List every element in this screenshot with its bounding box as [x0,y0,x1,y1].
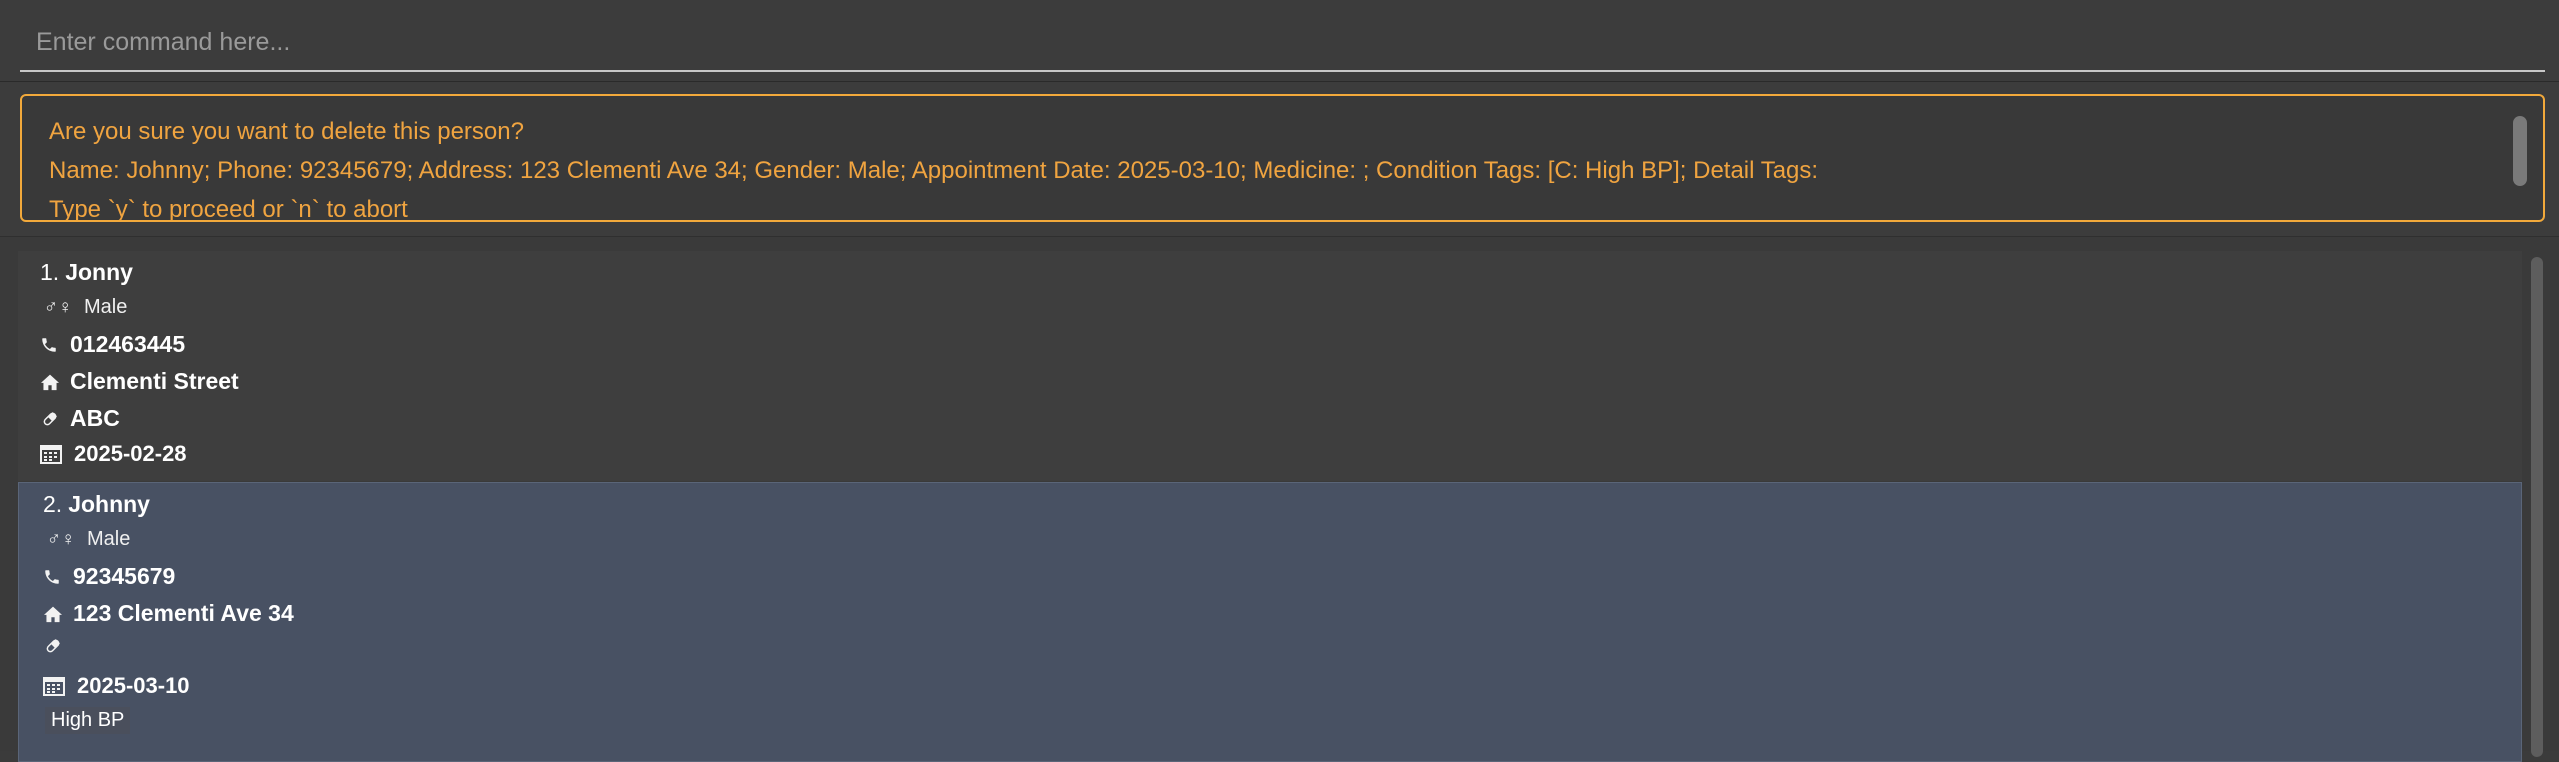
person-index: 1. [40,259,60,285]
person-medicine: ABC [70,405,120,431]
person-date: 2025-03-10 [77,673,190,698]
person-medicine-row [43,637,73,655]
person-card[interactable]: 1. Jonny ♂♀ Male 012463445 Clementi Stre… [18,251,2522,481]
person-name: Jonny [65,259,133,285]
result-line-2: Name: Johnny; Phone: 92345679; Address: … [49,157,1819,184]
home-icon [40,373,62,391]
person-date-row: 2025-03-10 [43,673,190,699]
person-name-row: 1. Jonny [40,259,133,286]
phone-icon [43,568,65,586]
result-line-1: Are you sure you want to delete this per… [49,118,524,145]
person-name-row: 2. Johnny [43,491,150,518]
person-card-selected[interactable]: 2. Johnny ♂♀ Male 92345679 123 Clementi … [18,482,2522,762]
person-date: 2025-02-28 [74,441,187,466]
person-address: Clementi Street [70,368,239,394]
pill-icon [40,410,62,428]
person-address: 123 Clementi Ave 34 [73,600,294,626]
person-index: 2. [43,491,63,517]
list-scrollbar[interactable] [2531,257,2543,757]
person-list: 1. Jonny ♂♀ Male 012463445 Clementi Stre… [0,236,2559,762]
person-address-row: 123 Clementi Ave 34 [43,600,294,627]
person-gender: Male [84,296,128,318]
person-name: Johnny [68,491,150,517]
command-area [0,0,2559,82]
person-date-row: 2025-02-28 [40,441,187,467]
pill-icon [43,637,65,655]
person-address-row: Clementi Street [40,368,239,395]
result-line-3: Type `y` to proceed or `n` to abort [49,196,408,222]
calendar-icon [40,444,66,464]
result-scrollbar[interactable] [2513,116,2527,186]
condition-tag: High BP [45,707,131,734]
person-phone: 012463445 [70,331,186,357]
person-phone-row: 012463445 [40,331,185,358]
calendar-icon [43,676,69,696]
person-gender-row: ♂♀ Male [43,528,131,551]
gender-icon: ♂♀ [46,528,76,550]
person-medicine-row: ABC [40,405,120,432]
person-gender-row: ♂♀ Male [40,296,128,319]
result-display-area: Are you sure you want to delete this per… [0,82,2559,236]
person-phone: 92345679 [73,563,176,589]
command-input[interactable] [20,14,2545,72]
result-text: Are you sure you want to delete this per… [49,112,2489,222]
home-icon [43,605,65,623]
result-display[interactable]: Are you sure you want to delete this per… [20,94,2545,222]
person-phone-row: 92345679 [43,563,175,590]
person-gender: Male [87,528,131,550]
phone-icon [40,336,62,354]
gender-icon: ♂♀ [43,296,73,318]
